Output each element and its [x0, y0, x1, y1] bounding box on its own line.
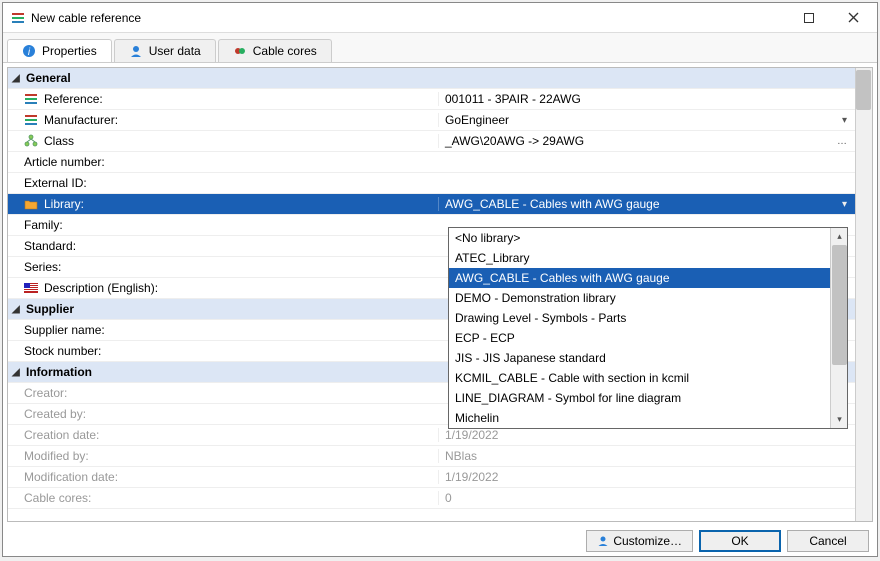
row-external-id[interactable]: External ID:	[8, 173, 855, 194]
field-label: Modified by:	[24, 449, 89, 463]
chevron-down-icon[interactable]: ▾	[840, 199, 849, 210]
tab-properties[interactable]: i Properties	[7, 39, 112, 62]
field-value: NBlas	[445, 449, 477, 463]
app-icon	[11, 11, 25, 25]
window-title: New cable reference	[31, 11, 787, 25]
row-library[interactable]: Library: AWG_CABLE - Cables with AWG gau…	[8, 194, 855, 215]
cancel-button[interactable]: Cancel	[787, 530, 869, 552]
tab-strip: i Properties User data Cable cores	[3, 33, 877, 63]
dropdown-item[interactable]: DEMO - Demonstration library	[449, 288, 830, 308]
dropdown-item[interactable]: Michelin	[449, 408, 830, 428]
field-label: Manufacturer:	[44, 113, 118, 127]
field-label: Reference:	[44, 92, 103, 106]
dialog-window: New cable reference i Properties User da…	[2, 2, 878, 557]
field-label: Creation date:	[24, 428, 99, 442]
folder-icon	[24, 197, 38, 211]
flag-icon	[24, 281, 38, 295]
field-label: Family:	[24, 218, 63, 232]
list-icon	[24, 92, 38, 106]
field-label: Creator:	[24, 386, 67, 400]
tab-user-data[interactable]: User data	[114, 39, 216, 62]
group-label: General	[26, 71, 71, 85]
user-icon	[129, 44, 143, 58]
tab-label: Cable cores	[253, 44, 317, 58]
field-label: Standard:	[24, 239, 76, 253]
field-value: 1/19/2022	[445, 470, 498, 484]
collapse-icon: ◢	[12, 367, 24, 378]
field-label: Library:	[44, 197, 84, 211]
scroll-down-icon[interactable]: ▾	[831, 411, 848, 428]
tab-label: Properties	[42, 44, 97, 58]
row-modification-date: Modification date: 1/19/2022	[8, 467, 855, 488]
row-manufacturer[interactable]: Manufacturer: GoEngineer ▾	[8, 110, 855, 131]
scroll-up-icon[interactable]: ▴	[831, 228, 848, 245]
field-label: Description (English):	[44, 281, 158, 295]
row-class[interactable]: Class _AWG\20AWG -> 29AWG …	[8, 131, 855, 152]
field-value: AWG_CABLE - Cables with AWG gauge	[445, 197, 660, 211]
collapse-icon: ◢	[12, 73, 24, 84]
dropdown-item[interactable]: AWG_CABLE - Cables with AWG gauge	[449, 268, 830, 288]
field-label: Cable cores:	[24, 491, 91, 505]
field-label: Stock number:	[24, 344, 101, 358]
row-modified-by: Modified by: NBlas	[8, 446, 855, 467]
user-icon	[597, 535, 609, 547]
dropdown-item[interactable]: ECP - ECP	[449, 328, 830, 348]
tab-cable-cores[interactable]: Cable cores	[218, 39, 332, 62]
row-cable-cores: Cable cores: 0	[8, 488, 855, 509]
field-value: 001011 - 3PAIR - 22AWG	[445, 92, 581, 106]
list-icon	[24, 113, 38, 127]
dropdown-item[interactable]: JIS - JIS Japanese standard	[449, 348, 830, 368]
field-label: Article number:	[24, 155, 105, 169]
scroll-thumb[interactable]	[856, 70, 871, 110]
ellipsis-button[interactable]: …	[835, 136, 849, 147]
field-label: Supplier name:	[24, 323, 105, 337]
row-article-number[interactable]: Article number:	[8, 152, 855, 173]
button-label: Customize…	[613, 534, 682, 548]
field-value: 0	[445, 491, 452, 505]
group-general[interactable]: ◢ General	[8, 68, 855, 89]
dropdown-item[interactable]: KCMIL_CABLE - Cable with section in kcmi…	[449, 368, 830, 388]
dropdown-scrollbar[interactable]: ▴ ▾	[830, 228, 847, 428]
field-value: GoEngineer	[445, 113, 509, 127]
dropdown-item[interactable]: Drawing Level - Symbols - Parts	[449, 308, 830, 328]
customize-button[interactable]: Customize…	[586, 530, 693, 552]
row-reference[interactable]: Reference: 001011 - 3PAIR - 22AWG	[8, 89, 855, 110]
group-label: Information	[26, 365, 92, 379]
title-bar: New cable reference	[3, 3, 877, 33]
field-value: _AWG\20AWG -> 29AWG	[445, 134, 584, 148]
grid-scrollbar[interactable]	[855, 68, 872, 521]
tab-label: User data	[149, 44, 201, 58]
field-value: 1/19/2022	[445, 428, 498, 442]
button-label: OK	[731, 534, 748, 548]
ok-button[interactable]: OK	[699, 530, 781, 552]
class-icon	[24, 134, 38, 148]
property-grid-container: ◢ General Reference: 001011 - 3PAIR - 22…	[7, 67, 873, 522]
field-label: Created by:	[24, 407, 86, 421]
group-label: Supplier	[26, 302, 74, 316]
chevron-down-icon[interactable]: ▾	[840, 115, 849, 126]
field-label: External ID:	[24, 176, 87, 190]
cores-icon	[233, 44, 247, 58]
dropdown-item[interactable]: ATEC_Library	[449, 248, 830, 268]
maximize-button[interactable]	[787, 4, 831, 32]
field-label: Class	[44, 134, 74, 148]
close-button[interactable]	[831, 4, 875, 32]
button-label: Cancel	[809, 534, 846, 548]
field-label: Series:	[24, 260, 61, 274]
dropdown-list: <No library>ATEC_LibraryAWG_CABLE - Cabl…	[449, 228, 830, 428]
dialog-footer: Customize… OK Cancel	[3, 526, 877, 556]
collapse-icon: ◢	[12, 304, 24, 315]
field-label: Modification date:	[24, 470, 118, 484]
library-dropdown: <No library>ATEC_LibraryAWG_CABLE - Cabl…	[448, 227, 848, 429]
info-icon: i	[22, 44, 36, 58]
scroll-thumb[interactable]	[832, 245, 847, 365]
dropdown-item[interactable]: <No library>	[449, 228, 830, 248]
dropdown-item[interactable]: LINE_DIAGRAM - Symbol for line diagram	[449, 388, 830, 408]
